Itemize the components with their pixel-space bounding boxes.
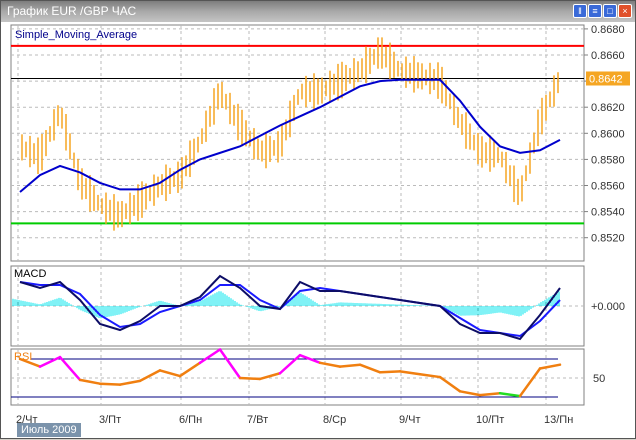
date-label: 7/Вт (247, 414, 268, 426)
current-price-label: 0.8642 (589, 73, 623, 85)
date-label: 8/Ср (323, 414, 346, 426)
tile-window-button[interactable]: ‖ (573, 4, 587, 18)
chart-window: График EUR /GBP ЧАС ‖ ≡ □ × 2/Чт 3/Пт 6/Пн… (0, 0, 636, 439)
indicator-label: Simple_Moving_Average (15, 29, 137, 41)
cascade-window-button[interactable]: ≡ (588, 4, 602, 18)
price-tick-label: 0.8660 (591, 50, 625, 62)
price-tick-label: 0.8520 (591, 233, 625, 245)
date-label: 13/Пн (544, 414, 573, 426)
price-tick-label: 0.8560 (591, 181, 625, 193)
macd-zero-label: +0.000 (591, 301, 625, 313)
rsi-line-segment (378, 370, 402, 374)
date-label: 3/Пт (99, 414, 121, 426)
close-window-button[interactable]: × (618, 4, 632, 18)
maximize-window-button[interactable]: □ (603, 4, 617, 18)
rsi-line-segment (238, 376, 262, 381)
rsi-label: RSI (14, 351, 32, 363)
date-label: 9/Чт (399, 414, 421, 426)
date-label: 6/Пн (179, 414, 202, 426)
price-tick-label: 0.8540 (591, 207, 625, 219)
price-tick-label: 0.8620 (591, 102, 625, 114)
date-label: 10/Пт (476, 414, 504, 426)
price-tick-label: 0.8680 (591, 24, 625, 36)
rsi-level-label: 50 (593, 373, 605, 385)
window-title-bar[interactable]: График EUR /GBP ЧАС ‖ ≡ □ × (1, 1, 635, 22)
rsi-line-segment (98, 382, 122, 386)
window-title: График EUR /GBP ЧАС (7, 4, 137, 18)
price-panel (10, 24, 585, 262)
chart-area[interactable]: 2/Чт 3/Пт 6/Пн 7/Вт 8/Ср 9/Чт 10/Пт 13/Пн 0.8680… (7, 23, 631, 437)
chart-svg[interactable]: 2/Чт 3/Пт 6/Пн 7/Вт 8/Ср 9/Чт 10/Пт 13/Пн0.8680… (7, 23, 631, 435)
price-tick-label: 0.8580 (591, 154, 625, 166)
month-label: Июль 2009 (17, 423, 81, 437)
price-tick-label: 0.8600 (591, 128, 625, 140)
macd-label: MACD (14, 268, 46, 280)
